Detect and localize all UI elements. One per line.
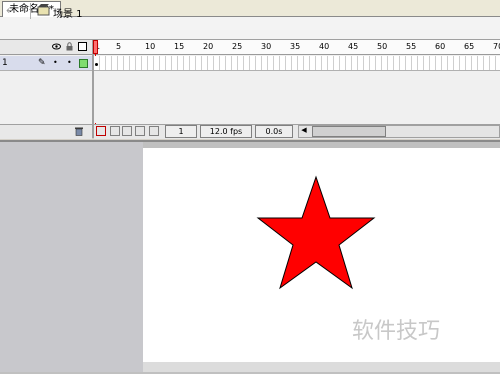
center-frame-button[interactable] — [96, 126, 106, 136]
ruler-tick-label: 15 — [174, 42, 185, 51]
keyframe[interactable] — [95, 63, 98, 66]
scene-icon — [37, 4, 50, 16]
watermark: 软件技巧 — [352, 319, 441, 344]
pasteboard — [0, 142, 143, 372]
scroll-left-arrow-icon[interactable]: ◀ — [299, 126, 309, 135]
frames-row[interactable] — [94, 56, 500, 71]
current-frame-field: 1 — [165, 125, 197, 138]
ruler-tick-label: 60 — [435, 42, 446, 51]
toolbar-separator — [30, 3, 31, 19]
ruler-tick-label: 20 — [203, 42, 214, 51]
ruler-tick-label: 55 — [406, 42, 417, 51]
frames-area — [94, 71, 500, 123]
scroll-thumb[interactable] — [312, 126, 386, 137]
lock-dot[interactable]: • — [67, 58, 72, 67]
elapsed-time-field: 0.0s — [255, 125, 293, 138]
frame-rate-field: 12.0 fps — [200, 125, 252, 138]
onion-skin-button[interactable] — [110, 126, 120, 136]
scene-label[interactable]: 场景 1 — [53, 5, 83, 20]
modify-onion-markers-button[interactable] — [149, 126, 159, 136]
eye-icon[interactable] — [52, 42, 61, 51]
onion-outline-button[interactable] — [122, 126, 132, 136]
pencil-icon: ✎ — [38, 58, 46, 68]
ruler-tick-label: 40 — [319, 42, 330, 51]
ruler-tick-label: 5 — [116, 42, 122, 51]
edit-multiple-frames-button[interactable] — [135, 126, 145, 136]
star-shape[interactable] — [255, 175, 377, 292]
ruler-tick-label: 25 — [232, 42, 243, 51]
playhead[interactable] — [93, 40, 98, 54]
outline-color-box[interactable] — [79, 59, 88, 68]
stage-scrollbar[interactable] — [143, 362, 500, 372]
edit-bar — [0, 17, 500, 40]
back-arrow-icon[interactable]: ← — [6, 4, 28, 18]
ruler-tick-label: 45 — [348, 42, 359, 51]
trash-icon[interactable] — [74, 126, 84, 139]
ruler-tick-label: 70 — [493, 42, 500, 51]
outline-icon[interactable] — [78, 42, 87, 51]
ruler-tick-label: 30 — [261, 42, 272, 51]
lock-icon[interactable] — [65, 42, 74, 51]
ruler-tick-label: 10 — [145, 42, 156, 51]
layer-name[interactable]: 1 — [2, 58, 8, 68]
ruler-tick-label: 65 — [464, 42, 475, 51]
ruler-tick-label: 50 — [377, 42, 388, 51]
visibility-dot[interactable]: • — [53, 58, 58, 67]
layer-list — [0, 71, 92, 123]
ruler-tick-label: 35 — [290, 42, 301, 51]
